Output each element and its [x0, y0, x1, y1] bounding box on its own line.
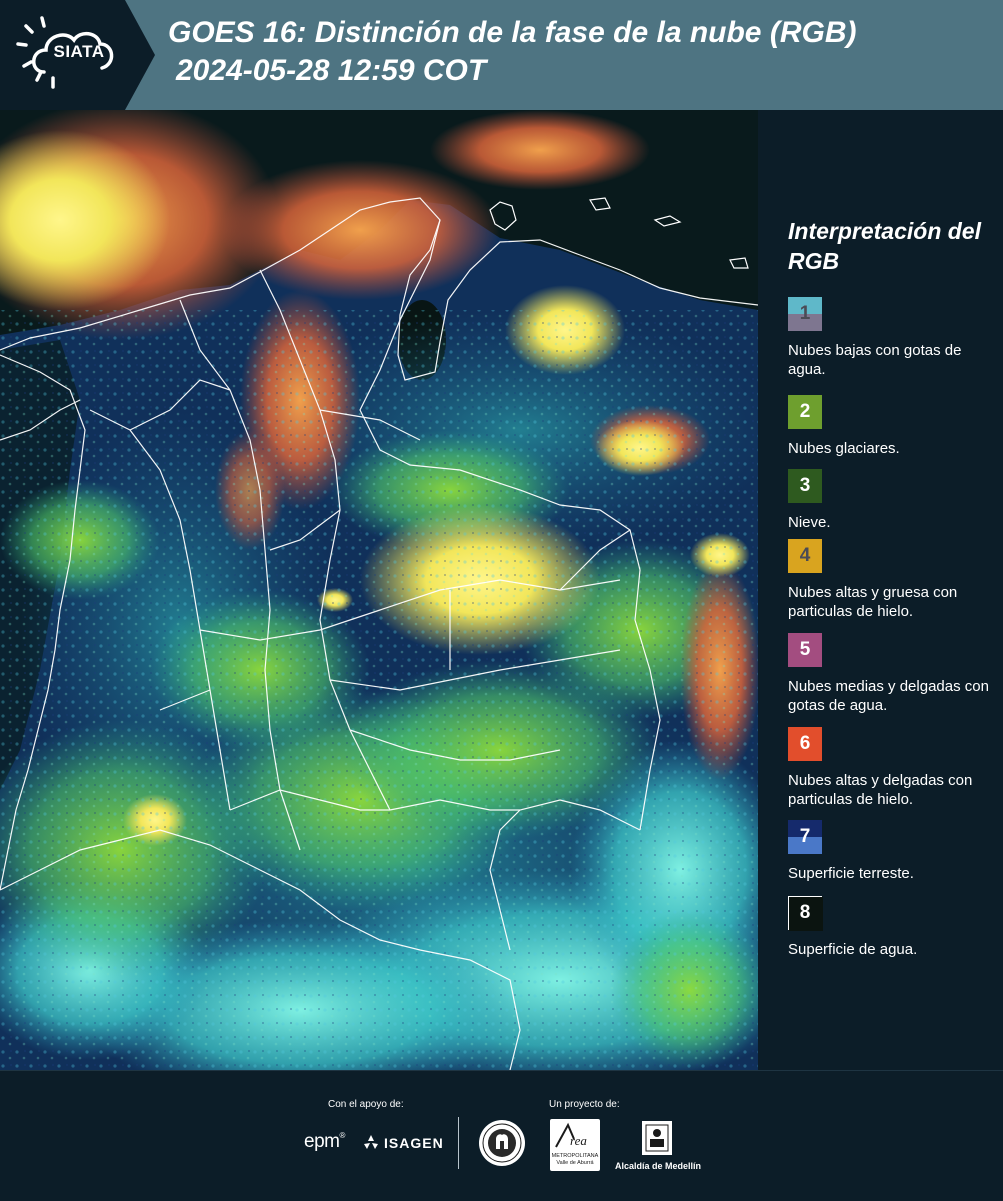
legend-number: 7: [799, 826, 811, 847]
title-line-2: 2024-05-28 12:59 COT: [176, 54, 487, 87]
legend-label: Superficie de agua.: [788, 941, 918, 958]
isagen-logo-text: ISAGEN: [384, 1135, 444, 1151]
legend-number: 3: [799, 475, 811, 496]
area-metropolitana-logo: rea METROPOLITANA Valle de Aburrá: [550, 1119, 600, 1171]
legend-item: 7 Superficie terreste.: [788, 820, 1000, 883]
footer-divider: [458, 1117, 459, 1169]
legend-item: 2 Nubes glaciares.: [788, 395, 1000, 458]
satellite-composite-map-icon: [0, 110, 758, 1070]
legend-swatch: 5: [788, 633, 822, 667]
legend-label: Nubes altas y gruesa con particulas de h…: [788, 584, 958, 620]
municipal-seal-icon: [478, 1119, 526, 1167]
legend-swatch: 1: [788, 297, 822, 331]
alcaldia-medellin-logo: Alcaldía de Medellín: [612, 1119, 704, 1175]
legend-swatch: 4: [788, 539, 822, 573]
legend-swatch: 3: [788, 469, 822, 503]
medellin-shield-icon: [642, 1121, 672, 1155]
legend-title: Interpretación del RGB: [788, 218, 981, 274]
legend-number: 1: [799, 303, 811, 324]
support-label: Con el apoyo de:: [328, 1099, 404, 1110]
legend-number: 8: [799, 902, 811, 923]
legend-label: Nubes medias y delgadas con gotas de agu…: [788, 678, 989, 714]
isagen-mark-icon: [364, 1135, 378, 1149]
area-metropolitana-mark-icon: rea: [555, 1122, 587, 1148]
legend-item: 4 Nubes altas y gruesa con particulas de…: [788, 539, 1000, 621]
satellite-map: [0, 110, 758, 1070]
footer-bar: Con el apoyo de: Un proyecto de: epm® IS…: [0, 1070, 1003, 1201]
epm-logo: epm®: [304, 1131, 345, 1152]
legend-label: Nubes bajas con gotas de agua.: [788, 342, 962, 378]
legend-swatch: 6: [788, 727, 822, 761]
area-metropolitana-subtext: METROPOLITANA Valle de Aburrá: [551, 1153, 599, 1166]
legend-number: 2: [799, 401, 811, 422]
title-line-1: GOES 16: Distinción de la fase de la nub…: [168, 16, 857, 49]
legend-label: Superficie terreste.: [788, 865, 914, 882]
project-label: Un proyecto de:: [549, 1099, 620, 1110]
legend-swatch: 2: [788, 395, 822, 429]
legend-label: Nubes altas y delgadas con particulas de…: [788, 772, 973, 808]
header-bar: SIATA GOES 16: Distinción de la fase de …: [0, 0, 1003, 110]
legend-item: 8 Superficie de agua.: [788, 896, 1000, 959]
legend-item: 5 Nubes medias y delgadas con gotas de a…: [788, 633, 1000, 715]
legend-label: Nieve.: [788, 514, 831, 531]
legend-panel: Interpretación del RGB 1 Nubes bajas con…: [760, 110, 1003, 1070]
legend-number: 5: [799, 639, 811, 660]
legend-number: 4: [799, 545, 811, 566]
legend-item: 1 Nubes bajas con gotas de agua.: [788, 297, 1000, 379]
epm-logo-text: epm: [304, 1131, 340, 1152]
siata-logo: SIATA: [0, 0, 155, 110]
legend-swatch: 7: [788, 820, 822, 854]
svg-text:rea: rea: [570, 1133, 587, 1148]
page-title: GOES 16: Distinción de la fase de la nub…: [168, 14, 988, 90]
legend-number: 6: [799, 733, 811, 754]
siata-logo-text: SIATA: [53, 42, 105, 61]
legend-item: 6 Nubes altas y delgadas con particulas …: [788, 727, 1000, 809]
legend-item: 3 Nieve.: [788, 469, 1000, 532]
legend-swatch: 8: [788, 896, 823, 931]
legend-label: Nubes glaciares.: [788, 440, 900, 457]
isagen-logo: ISAGEN: [362, 1133, 444, 1153]
alcaldia-medellin-text: Alcaldía de Medellín: [614, 1161, 702, 1171]
